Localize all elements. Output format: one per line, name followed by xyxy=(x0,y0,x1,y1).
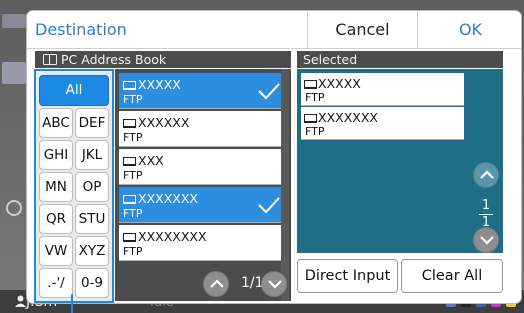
selected-item-protocol: FTP xyxy=(305,91,325,104)
list-item-protocol: FTP xyxy=(123,169,143,182)
filter-op-button[interactable]: OP xyxy=(75,172,109,202)
list-item-name: XXX xyxy=(123,153,164,168)
selected-page-current: 1 xyxy=(481,198,491,213)
filter-vw-button[interactable]: VW xyxy=(39,236,73,266)
selected-header: Selected xyxy=(297,51,503,68)
selected-item[interactable]: XXXXX FTP xyxy=(301,73,464,106)
clear-all-button[interactable]: Clear All xyxy=(401,259,503,293)
pc-icon xyxy=(304,114,317,123)
selected-item[interactable]: XXXXXXX FTP xyxy=(301,107,464,140)
filter-mn-button[interactable]: MN xyxy=(39,172,73,202)
list-item[interactable]: XXXXXXX FTP xyxy=(119,187,284,223)
dialog-titlebar: Destination Cancel OK xyxy=(27,11,521,49)
list-item[interactable]: XXXXX FTP xyxy=(119,73,284,109)
filter-abc-button[interactable]: ABC xyxy=(39,108,73,138)
list-item-name: XXXXXXX xyxy=(123,191,198,206)
item-name: XXXXXXX xyxy=(318,110,378,125)
filter-digits-button[interactable]: 0-9 xyxy=(75,268,109,298)
item-name: XXXXXXX xyxy=(138,191,198,206)
item-name: XXXXX xyxy=(318,76,361,91)
item-name: XXXXX xyxy=(138,77,181,92)
direct-input-button[interactable]: Direct Input xyxy=(297,259,398,293)
check-icon xyxy=(258,197,280,214)
list-item[interactable]: XXXXXXXX FTP xyxy=(119,225,284,261)
index-filter-panel: All ABC DEF GHI JKL MN OP QR STU VW XYZ … xyxy=(34,69,114,303)
background-tag xyxy=(2,14,26,28)
chevron-down-icon xyxy=(268,280,282,289)
address-book-title: PC Address Book xyxy=(61,52,167,67)
dialog-title: Destination xyxy=(35,20,127,39)
background-tag xyxy=(2,62,26,84)
item-name: XXXXXXXX xyxy=(138,229,207,244)
address-list: XXXXX FTP XXXXXX FTP XXX FTP XXXXXXX FTP… xyxy=(115,69,291,301)
list-item[interactable]: XXX FTP xyxy=(119,149,284,185)
selected-item-name: XXXXX xyxy=(304,76,361,91)
cancel-button[interactable]: Cancel xyxy=(307,11,417,49)
filter-ghi-button[interactable]: GHI xyxy=(39,140,73,170)
filter-def-button[interactable]: DEF xyxy=(75,108,109,138)
selected-destinations: XXXXX FTP XXXXXXX FTP 1 1 xyxy=(297,69,503,253)
pc-icon xyxy=(123,119,136,128)
book-icon xyxy=(43,54,57,65)
page-down-button[interactable] xyxy=(261,271,287,297)
list-item-name: XXXXX xyxy=(123,77,181,92)
selected-down-button[interactable] xyxy=(473,227,499,253)
filter-qr-button[interactable]: QR xyxy=(39,204,73,234)
list-item-name: XXXXXXXX xyxy=(123,229,207,244)
chevron-up-icon xyxy=(480,170,494,179)
pc-icon xyxy=(123,233,136,242)
selected-item-name: XXXXXXX xyxy=(304,110,378,125)
callout-line xyxy=(71,294,73,313)
item-name: XXXXXX xyxy=(138,115,190,130)
selected-item-protocol: FTP xyxy=(305,125,325,138)
item-name: XXX xyxy=(138,153,164,168)
filter-xyz-button[interactable]: XYZ xyxy=(75,236,109,266)
selected-up-button[interactable] xyxy=(473,162,499,188)
chevron-down-icon xyxy=(480,236,494,245)
selected-page-indicator: 1 1 xyxy=(479,199,493,230)
page-up-button[interactable] xyxy=(203,271,229,297)
destination-dialog: Destination Cancel OK PC Address Book Se… xyxy=(26,10,522,304)
ok-button[interactable]: OK xyxy=(417,11,521,49)
pc-icon xyxy=(304,80,317,89)
list-item-protocol: FTP xyxy=(123,245,143,258)
pc-icon xyxy=(123,195,136,204)
background-indicator xyxy=(6,200,22,216)
pc-icon xyxy=(123,81,136,90)
filter-jkl-button[interactable]: JKL xyxy=(75,140,109,170)
filter-all-button[interactable]: All xyxy=(39,75,109,106)
filter-symbols-button[interactable]: .-'/ xyxy=(39,268,73,298)
list-item[interactable]: XXXXXX FTP xyxy=(119,111,284,147)
list-scrollbar[interactable] xyxy=(281,69,289,301)
user-icon xyxy=(15,295,26,307)
filter-stu-button[interactable]: STU xyxy=(75,204,109,234)
address-book-header: PC Address Book xyxy=(35,51,291,68)
list-item-protocol: FTP xyxy=(123,131,143,144)
check-icon xyxy=(258,83,280,100)
list-item-protocol: FTP xyxy=(123,207,143,220)
pc-icon xyxy=(123,157,136,166)
list-item-protocol: FTP xyxy=(123,93,143,106)
list-item-name: XXXXXX xyxy=(123,115,189,130)
chevron-up-icon xyxy=(210,279,224,288)
